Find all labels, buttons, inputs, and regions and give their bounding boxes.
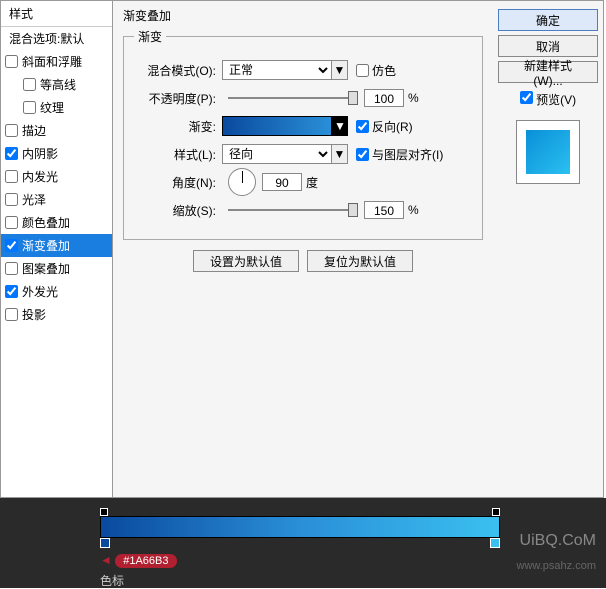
style-item-0[interactable]: 混合选项:默认 [1,27,112,50]
angle-unit: 度 [306,174,318,191]
style-label-1: 斜面和浮雕 [22,53,82,70]
watermark-url: www.psahz.com [517,560,596,572]
gradient-preview[interactable] [222,116,332,136]
scale-unit: % [408,203,419,217]
new-style-button[interactable]: 新建样式(W)... [498,61,598,83]
reset-default-button[interactable]: 复位为默认值 [307,250,413,272]
style-checkbox-1[interactable] [5,55,18,68]
section-title: 渐变叠加 [123,7,483,24]
style-label-12: 投影 [22,306,46,323]
scale-value[interactable]: 150 [364,201,404,219]
reverse-checkbox[interactable]: 反向(R) [356,118,413,135]
blend-mode-arrow-icon[interactable]: ▼ [332,60,348,80]
blend-mode-label: 混合模式(O): [134,62,216,79]
style-label-8: 颜色叠加 [22,214,70,231]
preview-checkbox[interactable]: 预览(V) [520,91,576,108]
set-default-button[interactable]: 设置为默认值 [193,250,299,272]
gradient-dropdown-icon[interactable]: ▼ [332,116,348,136]
style-item-3[interactable]: 纹理 [1,96,112,119]
style-label-9: 渐变叠加 [22,237,70,254]
style-checkbox-8[interactable] [5,216,18,229]
preview-box [516,120,580,184]
preview-swatch [526,130,570,174]
style-item-8[interactable]: 颜色叠加 [1,211,112,234]
reverse-input[interactable] [356,120,369,133]
opacity-label: 不透明度(P): [134,90,216,107]
gradient-bar[interactable] [100,516,500,538]
style-label-4: 描边 [22,122,46,139]
style-checkbox-9[interactable] [5,239,18,252]
style-arrow-icon[interactable]: ▼ [332,144,348,164]
style-label-7: 光泽 [22,191,46,208]
style-checkbox-3[interactable] [23,101,36,114]
blend-mode-select[interactable]: 正常 [222,60,332,80]
style-checkbox-2[interactable] [23,78,36,91]
align-checkbox[interactable]: 与图层对齐(I) [356,146,443,163]
style-checkbox-10[interactable] [5,262,18,275]
style-checkbox-11[interactable] [5,285,18,298]
style-label-10: 图案叠加 [22,260,70,277]
ok-button[interactable]: 确定 [498,9,598,31]
dither-checkbox[interactable]: 仿色 [356,62,396,79]
style-item-6[interactable]: 内发光 [1,165,112,188]
style-item-7[interactable]: 光泽 [1,188,112,211]
color-stop-left[interactable] [100,538,110,548]
style-checkbox-12[interactable] [5,308,18,321]
scale-slider[interactable] [228,203,358,217]
gradient-overlay-panel: 渐变叠加 渐变 混合模式(O): 正常 ▼ 仿色 不透明度(P): 100 % [113,1,493,497]
styles-header: 样式 [1,1,112,27]
style-checkbox-7[interactable] [5,193,18,206]
style-item-9[interactable]: 渐变叠加 [1,234,112,257]
style-label-3: 纹理 [40,99,64,116]
pointer-icon: ◄ [100,553,112,567]
gradient-editor[interactable]: ◄ #1A66B3 色标 [100,508,500,589]
align-input[interactable] [356,148,369,161]
style-checkbox-5[interactable] [5,147,18,160]
opacity-value[interactable]: 100 [364,89,404,107]
gradient-label: 渐变: [134,118,216,135]
styles-list-panel: 样式 混合选项:默认斜面和浮雕等高线纹理描边内阴影内发光光泽颜色叠加渐变叠加图案… [1,1,113,497]
style-checkbox-6[interactable] [5,170,18,183]
style-label-6: 内发光 [22,168,58,185]
preview-input[interactable] [520,91,533,104]
opacity-stop-left[interactable] [100,508,108,516]
opacity-stop-right[interactable] [492,508,500,516]
style-checkbox-4[interactable] [5,124,18,137]
style-label-11: 外发光 [22,283,58,300]
cancel-button[interactable]: 取消 [498,35,598,57]
stops-label: 色标 [100,572,500,589]
angle-value[interactable]: 90 [262,173,302,191]
style-label-0: 混合选项:默认 [9,30,84,47]
dialog-right-panel: 确定 取消 新建样式(W)... 预览(V) [493,1,603,497]
hex-value-pill: #1A66B3 [115,554,176,568]
style-item-5[interactable]: 内阴影 [1,142,112,165]
style-select[interactable]: 径向 [222,144,332,164]
style-label-5: 内阴影 [22,145,58,162]
style-item-11[interactable]: 外发光 [1,280,112,303]
gradient-editor-strip: ◄ #1A66B3 色标 [0,498,606,588]
opacity-unit: % [408,91,419,105]
color-stop-right[interactable] [490,538,500,548]
style-label: 样式(L): [134,146,216,163]
opacity-slider[interactable] [228,91,358,105]
style-item-1[interactable]: 斜面和浮雕 [1,50,112,73]
watermark-logo: UiBQ.CoM [520,532,596,550]
style-item-2[interactable]: 等高线 [1,73,112,96]
angle-label: 角度(N): [134,174,216,191]
angle-dial[interactable] [228,168,256,196]
layer-style-dialog: 样式 混合选项:默认斜面和浮雕等高线纹理描边内阴影内发光光泽颜色叠加渐变叠加图案… [0,0,604,498]
scale-label: 缩放(S): [134,202,216,219]
gradient-group: 渐变 混合模式(O): 正常 ▼ 仿色 不透明度(P): 100 % 渐变: [123,28,483,240]
dither-input[interactable] [356,64,369,77]
style-label-2: 等高线 [40,76,76,93]
gradient-group-title: 渐变 [134,28,166,45]
style-item-4[interactable]: 描边 [1,119,112,142]
style-item-10[interactable]: 图案叠加 [1,257,112,280]
style-item-12[interactable]: 投影 [1,303,112,326]
